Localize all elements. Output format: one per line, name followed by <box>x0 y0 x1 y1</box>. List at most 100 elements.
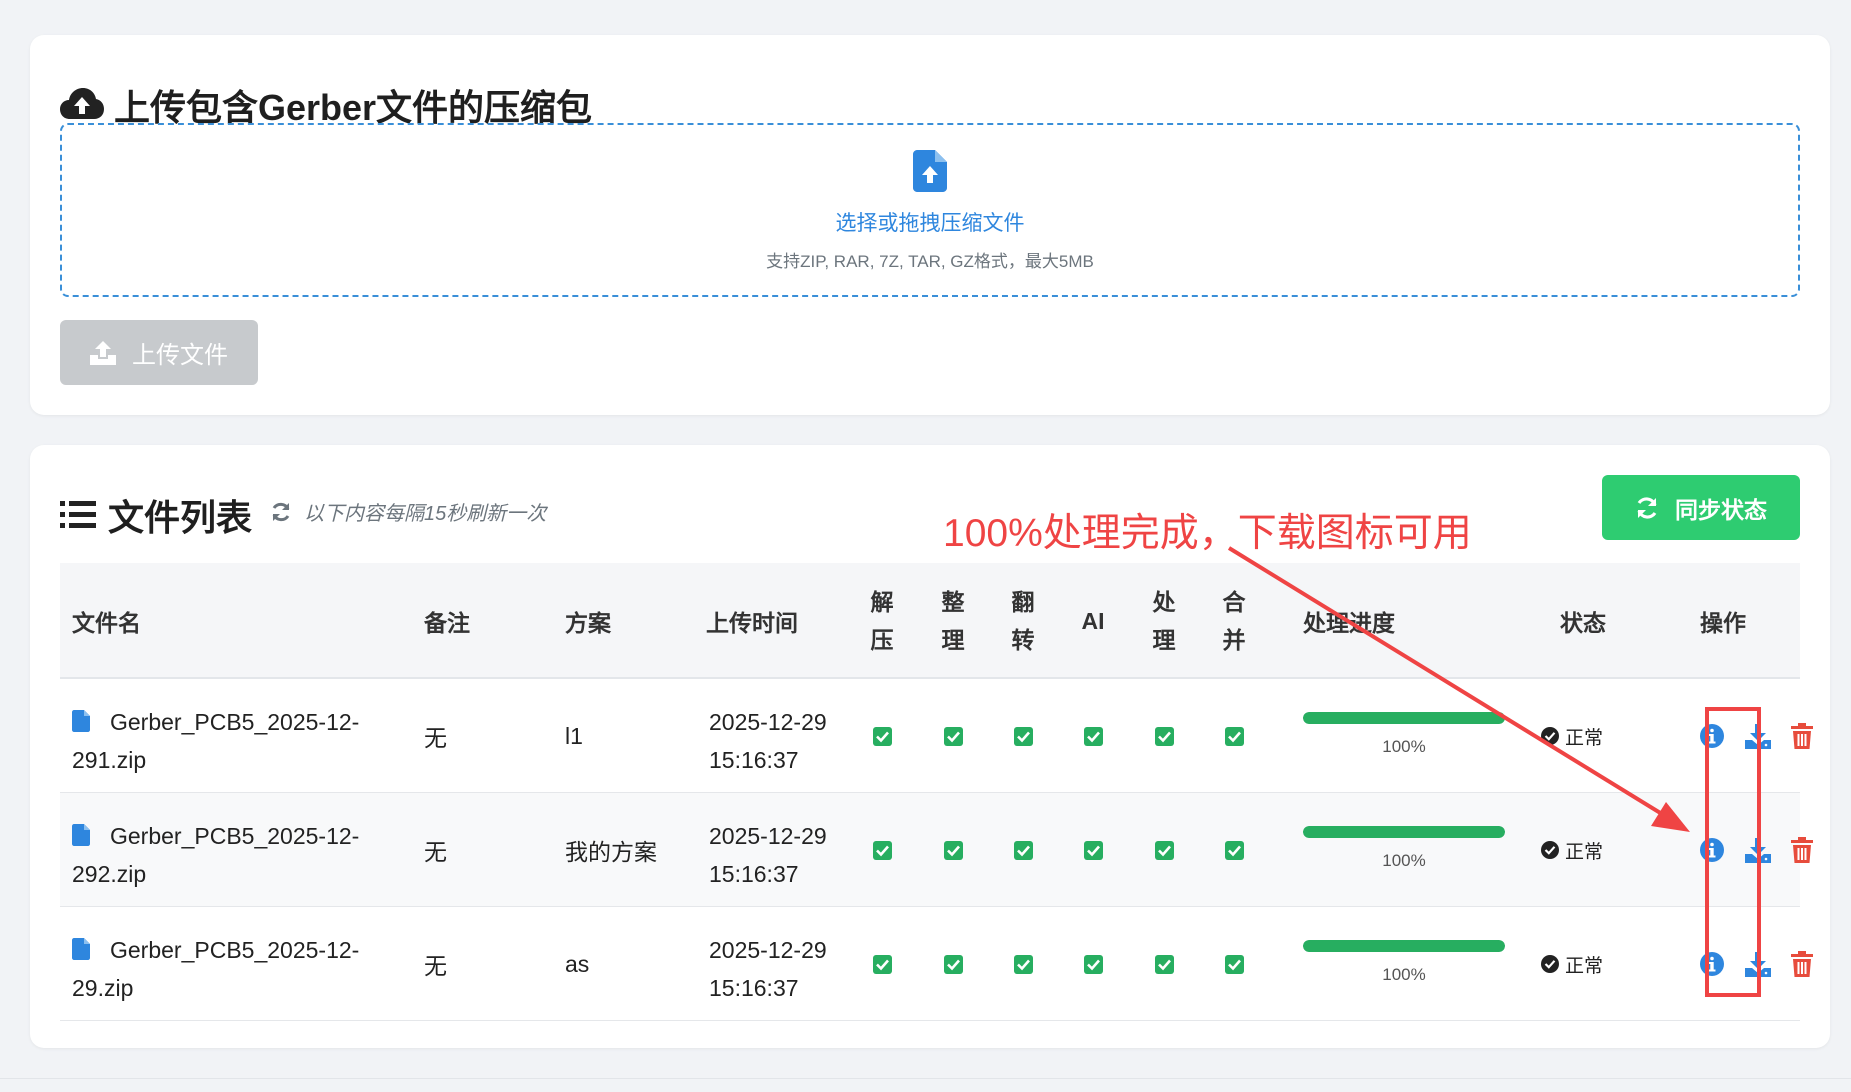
sync-icon <box>1637 496 1657 519</box>
ai-status <box>1073 907 1113 1021</box>
table-row: Gerber_PCB5_2025-12- 291.zip 无 l1 2025-12… <box>60 679 1813 793</box>
process-status <box>1144 679 1184 793</box>
status-cell: 正常 <box>1541 907 1603 1021</box>
ai-status <box>1073 793 1113 907</box>
unzip-status <box>862 793 902 907</box>
download-button[interactable] <box>1743 679 1773 793</box>
progress-bar-fill <box>1303 712 1505 724</box>
sync-status-button[interactable]: 同步状态 <box>1602 475 1800 540</box>
col-actions: 操作 <box>1700 610 1746 636</box>
upload-button[interactable]: 上传文件 <box>60 320 258 385</box>
col-merge: 合并 <box>1214 563 1254 679</box>
checkbox-checked-icon <box>1154 954 1174 974</box>
col-process-line2: 理 <box>1152 627 1176 653</box>
trash-icon <box>1791 723 1813 749</box>
status-text: 正常 <box>1565 841 1604 863</box>
checkbox-checked-icon <box>1154 840 1174 860</box>
process-status <box>1144 793 1184 907</box>
upload-date: 2025-12-29 <box>709 823 827 849</box>
check-circle-icon <box>1541 727 1559 745</box>
col-plan: 方案 <box>565 610 611 636</box>
progress-cell: 100% <box>1303 793 1505 907</box>
filename-cell: Gerber_PCB5_2025-12- 291.zip <box>72 679 372 793</box>
filename-line2: 292.zip <box>72 861 147 887</box>
checkbox-checked-icon <box>872 954 892 974</box>
progress-bar <box>1303 826 1505 838</box>
checkbox-checked-icon <box>943 954 963 974</box>
delete-button[interactable] <box>1787 907 1817 1021</box>
col-unzip: 解压 <box>862 563 902 679</box>
checkbox-checked-icon <box>1083 726 1103 746</box>
download-button[interactable] <box>1743 907 1773 1021</box>
table-row: Gerber_PCB5_2025-12- 29.zip 无 as 2025-12-… <box>60 907 1813 1021</box>
status-text: 正常 <box>1565 955 1604 977</box>
checkbox-checked-icon <box>943 840 963 860</box>
checkbox-checked-icon <box>1224 726 1244 746</box>
upload-time-cell: 2025-12-29 15:16:37 <box>709 679 859 793</box>
filename-line2: 29.zip <box>72 975 134 1001</box>
col-organize: 整理 <box>933 563 973 679</box>
info-button[interactable] <box>1697 907 1727 1021</box>
progress-cell: 100% <box>1303 907 1505 1021</box>
progress-text: 100% <box>1382 965 1426 984</box>
remark-cell: 无 <box>424 725 447 751</box>
organize-status <box>933 679 973 793</box>
filename-cell: Gerber_PCB5_2025-12- 292.zip <box>72 793 372 907</box>
checkbox-checked-icon <box>1013 726 1033 746</box>
file-icon <box>72 710 90 732</box>
col-ai: AI <box>1081 608 1105 634</box>
file-list-title-text: 文件列表 <box>108 497 253 538</box>
upload-time-cell: 2025-12-29 15:16:37 <box>709 907 859 1021</box>
upload-clock: 15:16:37 <box>709 975 799 1001</box>
annotation-text: 100%处理完成，下载图标可用 <box>943 512 1472 555</box>
refresh-note-text: 以下内容每隔15秒刷新一次 <box>304 503 547 525</box>
download-icon <box>1745 724 1771 749</box>
remark-cell: 无 <box>424 839 447 865</box>
remark-cell: 无 <box>424 953 447 979</box>
info-button[interactable] <box>1697 679 1727 793</box>
progress-text: 100% <box>1382 851 1426 870</box>
upload-date: 2025-12-29 <box>709 709 827 735</box>
col-organize-line1: 整 <box>941 589 965 615</box>
file-dropzone[interactable]: 选择或拖拽压缩文件 支持ZIP, RAR, 7Z, TAR, GZ格式，最大5M… <box>60 123 1800 297</box>
col-merge-line2: 并 <box>1222 627 1246 653</box>
refresh-note: 以下内容每隔15秒刷新一次 <box>270 497 546 526</box>
progress-cell: 100% <box>1303 679 1505 793</box>
delete-button[interactable] <box>1787 793 1817 907</box>
col-progress: 处理进度 <box>1303 610 1395 636</box>
trash-icon <box>1791 951 1813 977</box>
checkbox-checked-icon <box>1224 954 1244 974</box>
table-row: Gerber_PCB5_2025-12- 292.zip 无 我的方案 2025-… <box>60 793 1813 907</box>
progress-bar <box>1303 712 1505 724</box>
plan-cell: as <box>565 950 590 977</box>
refresh-icon <box>272 502 290 521</box>
process-status <box>1144 907 1184 1021</box>
checkbox-checked-icon <box>872 726 892 746</box>
filename-line1: Gerber_PCB5_2025-12- <box>110 709 360 735</box>
delete-button[interactable] <box>1787 679 1817 793</box>
info-button[interactable] <box>1697 793 1727 907</box>
upload-card: 上传包含Gerber文件的压缩包 选择或拖拽压缩文件 支持ZIP, RAR, 7… <box>30 35 1830 415</box>
plan-cell: l1 <box>565 722 583 749</box>
plan-cell: 我的方案 <box>565 839 657 865</box>
info-icon <box>1700 952 1724 976</box>
check-circle-icon <box>1541 955 1559 973</box>
col-unzip-line2: 压 <box>870 627 894 653</box>
file-icon <box>72 938 90 960</box>
file-list-card: 文件列表 以下内容每隔15秒刷新一次 同步状态 文件名 备注 方案 上传时间 解… <box>30 445 1830 1048</box>
unzip-status <box>862 907 902 1021</box>
col-remark: 备注 <box>424 610 470 636</box>
trash-icon <box>1791 837 1813 863</box>
download-button[interactable] <box>1743 793 1773 907</box>
filename-line1: Gerber_PCB5_2025-12- <box>110 937 360 963</box>
upload-date: 2025-12-29 <box>709 937 827 963</box>
checkbox-checked-icon <box>1224 840 1244 860</box>
upload-button-label: 上传文件 <box>132 342 228 369</box>
page-footer-strip <box>0 1078 1851 1092</box>
organize-status <box>933 793 973 907</box>
checkbox-checked-icon <box>1083 840 1103 860</box>
col-process-line1: 处 <box>1152 589 1176 615</box>
dropzone-hint: 支持ZIP, RAR, 7Z, TAR, GZ格式，最大5MB <box>766 252 1094 271</box>
progress-bar <box>1303 940 1505 952</box>
download-icon <box>1745 952 1771 977</box>
